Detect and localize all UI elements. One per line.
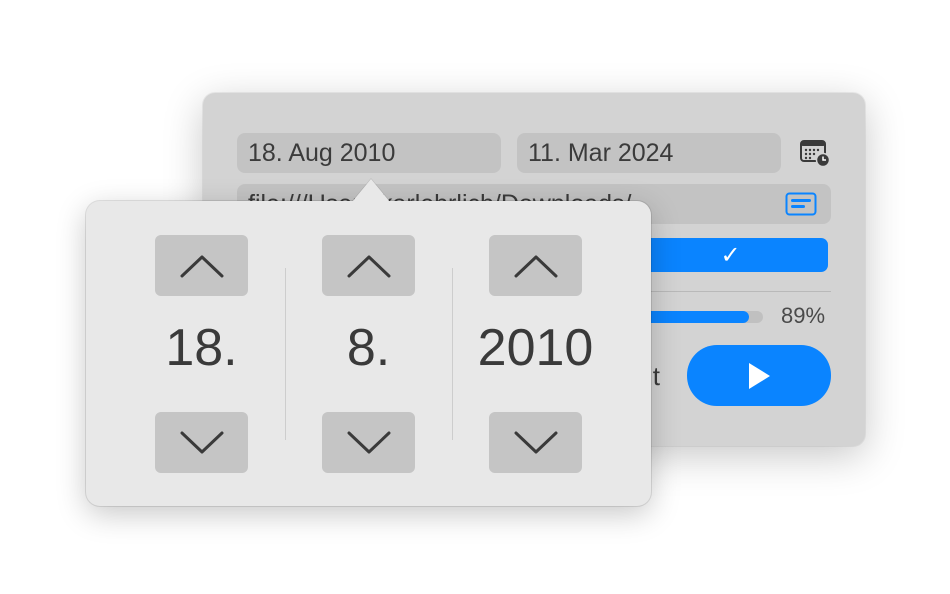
month-increment-button[interactable] — [322, 235, 415, 296]
checkmark-icon: ✓ — [720, 241, 741, 269]
calendar-clock-icon[interactable] — [799, 138, 831, 168]
year-decrement-button[interactable] — [489, 412, 582, 473]
day-increment-button[interactable] — [155, 235, 248, 296]
chevron-down-icon — [180, 431, 223, 453]
chevron-down-icon — [514, 431, 557, 453]
confirm-button[interactable]: ✓ — [633, 238, 828, 272]
year-increment-button[interactable] — [489, 235, 582, 296]
month-decrement-button[interactable] — [322, 412, 415, 473]
end-date-field[interactable]: 11. Mar 2024 — [517, 133, 781, 173]
popover-arrow — [352, 179, 390, 202]
end-date-value: 11. Mar 2024 — [528, 139, 674, 167]
day-value[interactable]: 18. — [105, 318, 298, 378]
divider — [633, 291, 831, 292]
chevron-up-icon — [514, 255, 557, 277]
play-button[interactable] — [687, 345, 831, 406]
progress-label: 89% — [781, 303, 826, 328]
path-control-icon[interactable] — [785, 192, 817, 216]
year-stepper: 2010 — [439, 201, 639, 506]
year-value[interactable]: 2010 — [439, 318, 632, 378]
chevron-up-icon — [180, 255, 223, 277]
chevron-up-icon — [347, 255, 390, 277]
date-stepper-popover: 18. 8. 2010 — [86, 179, 651, 506]
day-decrement-button[interactable] — [155, 412, 248, 473]
month-value[interactable]: 8. — [272, 318, 465, 378]
start-date-value: 18. Aug 2010 — [248, 139, 396, 167]
progress-bar — [633, 311, 763, 323]
start-date-field[interactable]: 18. Aug 2010 — [237, 133, 501, 173]
play-icon — [749, 362, 770, 389]
chevron-down-icon — [347, 431, 390, 453]
screen: 18. Aug 2010 11. Mar 2024 file:///Users/… — [0, 0, 950, 594]
